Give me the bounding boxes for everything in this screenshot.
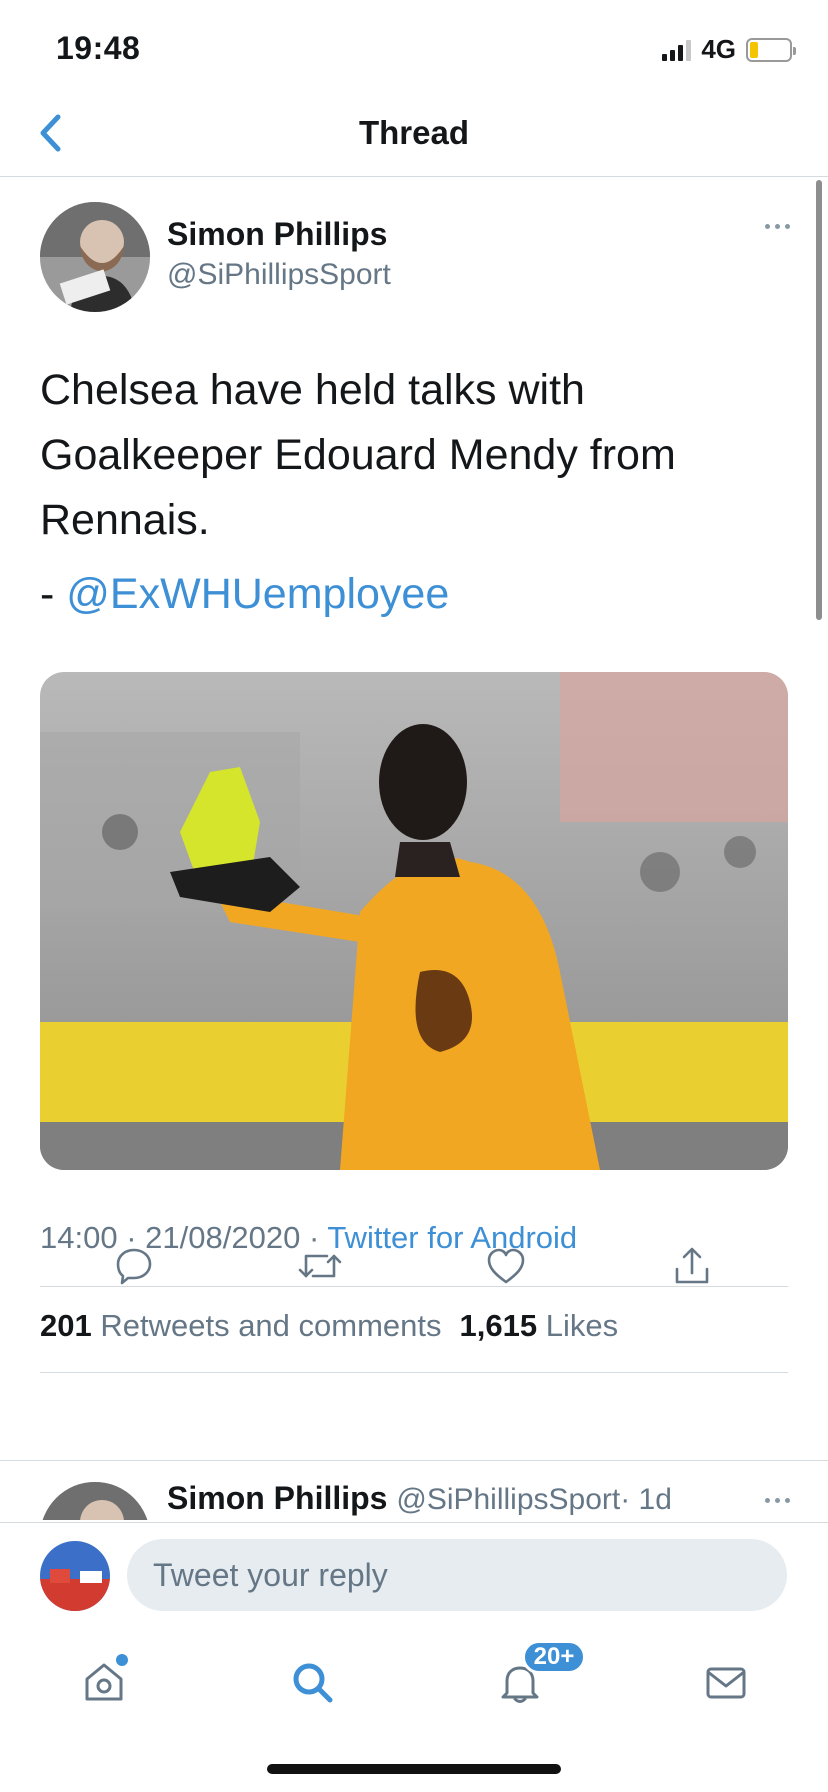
avatar-image (40, 1541, 110, 1611)
status-bar: 19:48 4G (0, 0, 828, 100)
reply-input[interactable] (127, 1539, 787, 1611)
share-button[interactable] (662, 1236, 722, 1296)
avatar-image (40, 202, 150, 312)
next-tweet[interactable]: Simon Phillips @SiPhillipsSport· 1d (0, 1460, 828, 1520)
tweet-credit: - @ExWHUemployee (40, 570, 449, 619)
tab-home[interactable] (72, 1650, 136, 1714)
more-options-icon[interactable] (765, 224, 790, 229)
likes-count: 1,615 (459, 1308, 538, 1343)
tweet-stats: 201 Retweets and comments 1,615 Likes (40, 1308, 618, 1344)
next-tweet-handle[interactable]: @SiPhillipsSport (396, 1483, 620, 1516)
status-indicators: 4G (662, 34, 796, 65)
retweets-count: 201 (40, 1308, 92, 1343)
home-unread-dot (116, 1654, 128, 1666)
reply-bar (0, 1522, 828, 1622)
comment-icon (116, 1248, 152, 1285)
share-icon (675, 1247, 709, 1284)
tab-messages[interactable] (694, 1650, 758, 1714)
tab-notifications[interactable]: 20+ (488, 1640, 586, 1714)
likes-stat[interactable]: 1,615 Likes (460, 1308, 619, 1344)
next-tweet-author[interactable]: Simon Phillips (167, 1480, 387, 1516)
battery-icon (746, 37, 796, 62)
tweet-photo[interactable] (40, 672, 788, 1170)
user-avatar[interactable] (40, 1541, 110, 1611)
page-title: Thread (358, 114, 470, 151)
credit-prefix: - (40, 570, 67, 618)
next-tweet-avatar[interactable] (40, 1482, 150, 1520)
mention-link[interactable]: @ExWHUemployee (66, 570, 449, 618)
like-button[interactable] (476, 1236, 536, 1296)
mail-icon (706, 1667, 746, 1699)
author-name[interactable]: Simon Phillips (167, 216, 387, 253)
retweets-stat[interactable]: 201 Retweets and comments (40, 1308, 442, 1344)
nav-header: Thread (0, 100, 828, 177)
author-avatar[interactable] (40, 202, 150, 312)
reply-button[interactable] (104, 1236, 164, 1296)
goalkeeper-photo (40, 672, 788, 1170)
author-handle[interactable]: @SiPhillipsSport (167, 258, 391, 292)
scrollbar[interactable] (816, 180, 822, 620)
home-indicator[interactable] (267, 1764, 561, 1774)
tweet-text: Chelsea have held talks with Goalkeeper … (40, 366, 676, 544)
network-type: 4G (701, 34, 736, 64)
next-tweet-age: · 1d (620, 1483, 672, 1516)
likes-label: Likes (545, 1308, 619, 1343)
retweets-label: Retweets and comments (100, 1308, 442, 1343)
tweet-actions (0, 1236, 828, 1306)
retweet-button[interactable] (290, 1236, 350, 1296)
status-time: 19:48 (56, 30, 141, 66)
notifications-badge: 20+ (522, 1640, 586, 1674)
tab-search[interactable] (280, 1650, 344, 1714)
signal-strength-icon (662, 39, 692, 61)
retweet-icon (298, 1254, 342, 1278)
divider (40, 1372, 788, 1373)
next-tweet-more-icon[interactable] (765, 1498, 790, 1503)
battery-level (750, 41, 758, 58)
search-icon (293, 1663, 333, 1703)
avatar-image (40, 1482, 150, 1520)
heart-icon (487, 1248, 525, 1284)
next-tweet-header: Simon Phillips @SiPhillipsSport· 1d (167, 1480, 672, 1517)
